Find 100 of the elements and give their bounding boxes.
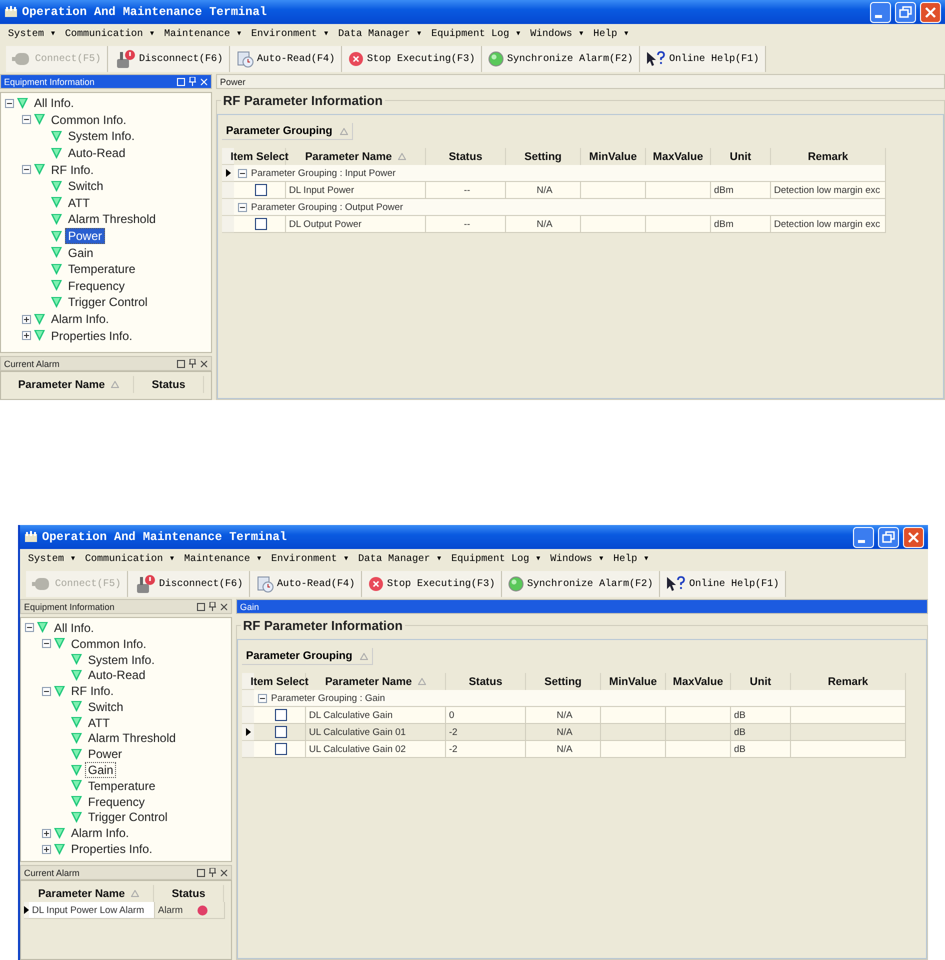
tree-item[interactable]: Common Info. bbox=[48, 112, 130, 128]
pin-icon[interactable] bbox=[209, 602, 216, 611]
menu-item[interactable]: Equipment Log ▾ bbox=[451, 553, 542, 565]
toolbar-button[interactable]: Online Help(F1) bbox=[640, 46, 766, 72]
pin-icon[interactable] bbox=[209, 868, 216, 877]
menu-item[interactable]: Environment ▾ bbox=[271, 553, 350, 565]
tree-item[interactable]: RF Info. bbox=[48, 162, 97, 178]
checkbox[interactable] bbox=[275, 726, 287, 738]
tree-item[interactable]: All Info. bbox=[51, 620, 98, 636]
close-button[interactable] bbox=[920, 2, 941, 22]
toolbar-button[interactable]: Online Help(F1) bbox=[660, 571, 786, 597]
menu-item[interactable]: System ▾ bbox=[28, 553, 76, 565]
column-header[interactable]: Status bbox=[134, 376, 204, 393]
restore-button[interactable] bbox=[878, 526, 899, 548]
tree-item[interactable]: Temperature bbox=[85, 778, 158, 794]
menu-item[interactable]: Windows ▾ bbox=[530, 28, 584, 40]
minimize-button[interactable] bbox=[870, 2, 891, 22]
tree-item[interactable]: Gain bbox=[85, 762, 116, 778]
expand-icon[interactable] bbox=[22, 331, 31, 340]
toolbar-button[interactable]: Auto-Read(F4) bbox=[230, 46, 342, 72]
menu-item[interactable]: Data Manager ▾ bbox=[358, 553, 442, 565]
close-button[interactable] bbox=[903, 526, 924, 548]
tree-item[interactable]: Trigger Control bbox=[65, 294, 151, 310]
restore-icon[interactable] bbox=[177, 360, 185, 368]
menu-item[interactable]: Equipment Log ▾ bbox=[431, 28, 522, 40]
collapse-icon[interactable] bbox=[42, 686, 51, 696]
document-tab[interactable]: Gain bbox=[236, 599, 928, 614]
collapse-icon[interactable] bbox=[42, 639, 51, 648]
restore-button[interactable] bbox=[895, 2, 916, 22]
menu-item[interactable]: Windows ▾ bbox=[550, 553, 604, 565]
tree-item[interactable]: RF Info. bbox=[68, 683, 117, 700]
document-tab[interactable]: Power bbox=[216, 74, 945, 89]
menu-item[interactable]: Help ▾ bbox=[593, 28, 630, 40]
tree-item[interactable]: Auto-Read bbox=[85, 667, 148, 684]
tree-item[interactable]: Alarm Info. bbox=[48, 311, 112, 328]
close-icon[interactable] bbox=[220, 602, 228, 610]
tree-item[interactable]: ATT bbox=[65, 194, 93, 211]
tree-item[interactable]: All Info. bbox=[31, 95, 78, 112]
row-header[interactable] bbox=[242, 724, 254, 741]
collapse-icon[interactable] bbox=[238, 168, 247, 178]
grouping-button[interactable]: Parameter Grouping bbox=[222, 123, 354, 140]
tree-item[interactable]: Gain bbox=[65, 244, 96, 261]
collapse-icon[interactable] bbox=[25, 623, 34, 632]
group-row[interactable]: Parameter Grouping : Gain bbox=[254, 690, 906, 707]
minimize-button[interactable] bbox=[853, 526, 874, 548]
checkbox[interactable] bbox=[255, 218, 267, 230]
tree-item[interactable]: System Info. bbox=[85, 652, 158, 668]
tree-item[interactable]: Auto-Read bbox=[65, 145, 128, 162]
group-row[interactable]: Parameter Grouping : Output Power bbox=[234, 199, 886, 216]
tree-item[interactable]: ATT bbox=[85, 714, 113, 731]
menu-item[interactable]: Communication ▾ bbox=[65, 28, 156, 40]
tree-item[interactable]: Power bbox=[85, 746, 126, 762]
checkbox[interactable] bbox=[255, 184, 267, 196]
tree-item[interactable]: System Info. bbox=[65, 128, 138, 144]
expand-icon[interactable] bbox=[42, 828, 51, 838]
collapse-icon[interactable] bbox=[22, 115, 31, 124]
toolbar-button[interactable]: Stop Executing(F3) bbox=[342, 46, 482, 72]
menu-item[interactable]: Maintenance ▾ bbox=[184, 553, 262, 565]
tree-item[interactable]: Switch bbox=[85, 698, 126, 715]
restore-icon[interactable] bbox=[197, 602, 205, 610]
tree-item[interactable]: Switch bbox=[65, 178, 106, 194]
column-header[interactable]: Parameter Name bbox=[4, 376, 134, 393]
close-icon[interactable] bbox=[220, 868, 228, 876]
toolbar-button[interactable]: Disconnect(F6) bbox=[128, 571, 250, 597]
tree-item[interactable]: Temperature bbox=[65, 261, 138, 278]
grouping-button[interactable]: Parameter Grouping bbox=[242, 648, 374, 665]
toolbar-button[interactable]: Stop Executing(F3) bbox=[362, 571, 502, 597]
toolbar-button[interactable]: Synchronize Alarm(F2) bbox=[482, 46, 640, 72]
toolbar-button[interactable]: Auto-Read(F4) bbox=[250, 571, 362, 597]
checkbox[interactable] bbox=[275, 709, 287, 721]
collapse-icon[interactable] bbox=[258, 694, 267, 702]
tree-item[interactable]: Alarm Threshold bbox=[85, 730, 179, 746]
tree-item[interactable]: Properties Info. bbox=[48, 328, 136, 344]
tree-item[interactable]: Trigger Control bbox=[85, 809, 171, 826]
menu-item[interactable]: Data Manager ▾ bbox=[338, 28, 422, 40]
group-row[interactable]: Parameter Grouping : Input Power bbox=[234, 165, 886, 182]
toolbar-button[interactable]: Disconnect(F6) bbox=[108, 46, 230, 72]
expand-icon[interactable] bbox=[42, 844, 51, 854]
toolbar-button[interactable]: Synchronize Alarm(F2) bbox=[502, 571, 660, 597]
collapse-icon[interactable] bbox=[238, 202, 247, 212]
tree-item[interactable]: Power bbox=[65, 228, 106, 244]
collapse-icon[interactable] bbox=[5, 98, 14, 108]
tree-item[interactable]: Properties Info. bbox=[68, 841, 156, 858]
row-header[interactable] bbox=[222, 165, 234, 182]
menu-item[interactable]: Maintenance ▾ bbox=[164, 28, 242, 40]
menu-item[interactable]: Environment ▾ bbox=[251, 28, 330, 40]
close-icon[interactable] bbox=[200, 360, 208, 368]
tree-item[interactable]: Frequency bbox=[85, 794, 148, 810]
menu-item[interactable]: Help ▾ bbox=[613, 553, 650, 565]
collapse-icon[interactable] bbox=[22, 165, 31, 174]
tree-item[interactable]: Frequency bbox=[65, 278, 128, 294]
tree-item[interactable]: Alarm Info. bbox=[68, 825, 132, 842]
tree-item[interactable]: Alarm Threshold bbox=[65, 211, 159, 228]
tree-item[interactable]: Common Info. bbox=[68, 636, 150, 652]
menu-item[interactable]: Communication ▾ bbox=[85, 553, 176, 565]
menu-item[interactable]: System ▾ bbox=[8, 28, 56, 40]
expand-icon[interactable] bbox=[22, 314, 31, 324]
pin-icon[interactable] bbox=[189, 359, 196, 368]
restore-icon[interactable] bbox=[197, 868, 205, 876]
checkbox[interactable] bbox=[275, 743, 287, 755]
